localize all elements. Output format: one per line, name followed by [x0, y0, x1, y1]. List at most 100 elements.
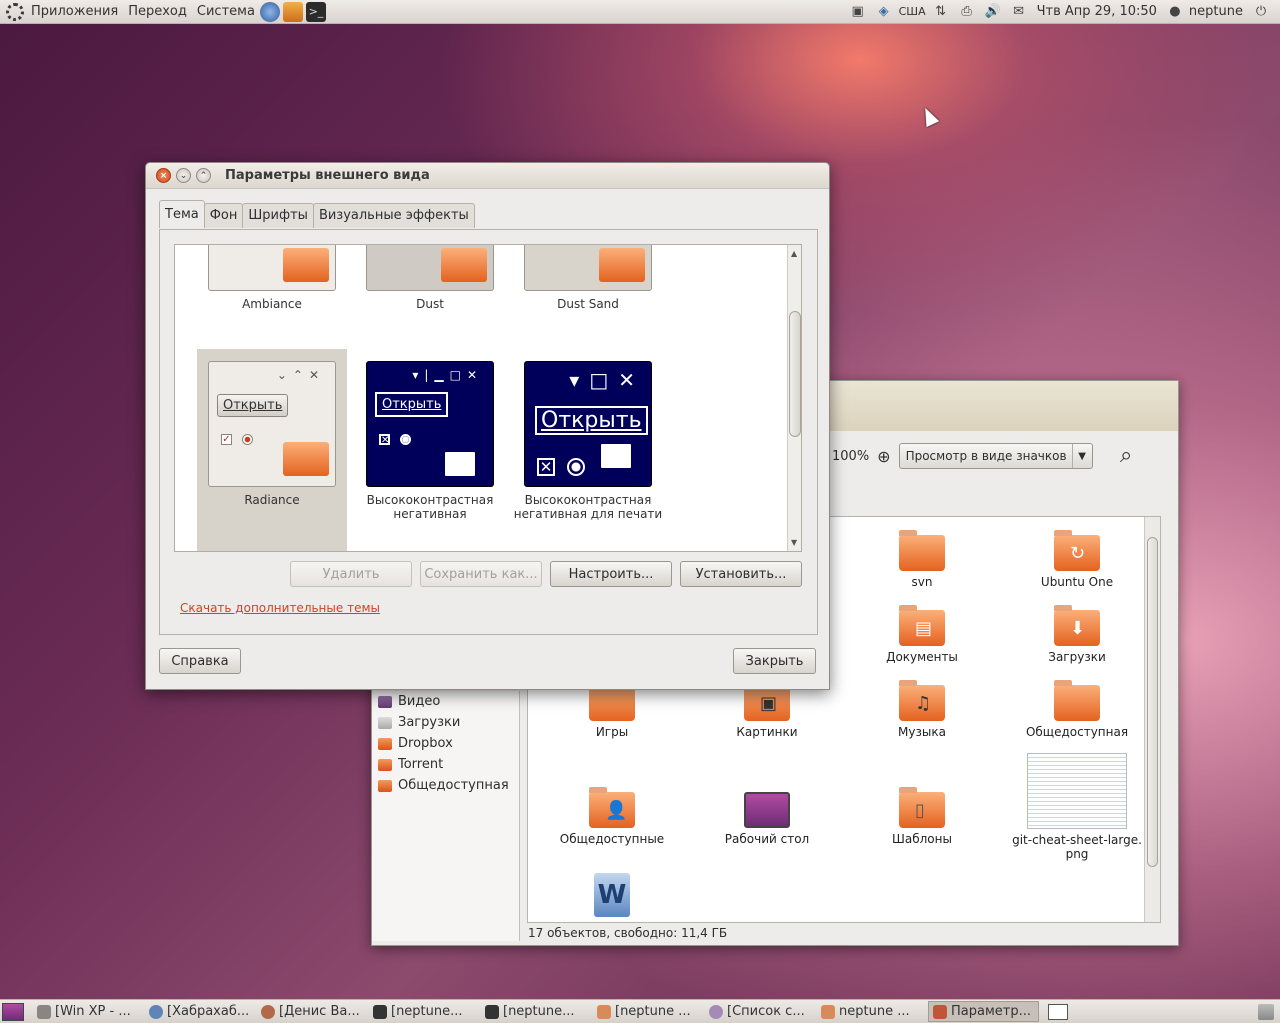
browser-launcher-icon[interactable]: [259, 1, 280, 22]
theme-high-contrast-inverse-print[interactable]: ▾□✕ Открыть ✕ Высококонтрастная негативн…: [513, 349, 663, 521]
scrollbar-thumb[interactable]: [789, 311, 801, 437]
file-item-desktop[interactable]: Рабочий стол: [702, 792, 832, 846]
file-item-games[interactable]: Игры: [547, 680, 677, 739]
terminal-icon: [485, 1004, 499, 1019]
file-item-svn[interactable]: svn: [857, 530, 987, 589]
contacts-icon: [709, 1004, 723, 1019]
taskbar-item-label: [Список с...: [727, 1004, 805, 1019]
taskbar-item[interactable]: [neptune...: [480, 1001, 591, 1022]
search-icon[interactable]: ⌕: [1120, 443, 1132, 468]
transfer-icon[interactable]: ⇅: [932, 4, 950, 20]
taskbar-item-label: [neptune ...: [615, 1004, 691, 1019]
minimize-window-button[interactable]: ⌄: [176, 168, 191, 183]
taskbar-item[interactable]: [Win XP - ...: [32, 1001, 143, 1022]
maximize-window-button[interactable]: ⌃: [196, 168, 211, 183]
file-item-public-shared[interactable]: 👤 Общедоступные: [547, 787, 677, 846]
power-icon[interactable]: ⏻: [1252, 4, 1270, 20]
keyboard-layout-indicator[interactable]: США: [897, 5, 928, 18]
theme-ambiance[interactable]: Ambiance: [197, 245, 347, 311]
file-item-templates[interactable]: ▯ Шаблоны: [857, 787, 987, 846]
sidebar-item-video[interactable]: Видео: [372, 691, 519, 712]
mouse-cursor-icon: [918, 104, 940, 128]
sidebar-item-torrent[interactable]: Torrent: [372, 754, 519, 775]
dropbox-icon[interactable]: ◈: [875, 4, 893, 20]
tab-theme[interactable]: Тема: [159, 200, 205, 228]
delete-theme-button[interactable]: Удалить: [290, 561, 412, 587]
appearance-icon: [933, 1004, 947, 1019]
theme-preview: ▾|▁□✕ Открыть ✕: [366, 361, 494, 487]
file-item-label: Ubuntu One: [1040, 575, 1114, 589]
documents-folder-icon: ▤: [899, 605, 945, 646]
file-item-ubuntu-one[interactable]: ↻ Ubuntu One: [1012, 530, 1142, 589]
taskbar-item[interactable]: [neptune...: [368, 1001, 479, 1022]
theme-dust[interactable]: Dust: [355, 245, 505, 311]
scroll-up-icon[interactable]: ▲: [791, 249, 797, 258]
network-icon[interactable]: ▣: [849, 4, 867, 20]
user-name[interactable]: neptune: [1184, 4, 1248, 19]
file-item-word-doc[interactable]: W: [547, 873, 677, 917]
ubuntu-logo-icon[interactable]: [6, 2, 24, 21]
theme-list: Ambiance Dust Dust Sand ⌄⌃✕ Открыть ✓ Ra…: [174, 244, 802, 552]
close-window-button[interactable]: ×: [156, 168, 171, 183]
tab-fonts[interactable]: Шрифты: [242, 203, 314, 228]
scroll-down-icon[interactable]: ▼: [791, 538, 797, 547]
download-more-themes-link[interactable]: Скачать дополнительные темы: [180, 601, 380, 615]
view-mode-select[interactable]: Просмотр в виде значков ▼: [898, 443, 1093, 469]
install-theme-button[interactable]: Установить...: [680, 561, 802, 587]
taskbar-item[interactable]: [Денис Ва...: [256, 1001, 367, 1022]
file-item-public[interactable]: Общедоступная: [1012, 680, 1142, 739]
sidebar-item-public[interactable]: Общедоступная: [372, 775, 519, 796]
file-item-label: svn: [911, 575, 933, 589]
volume-icon[interactable]: 🔊: [984, 4, 1002, 20]
file-item-label: git-cheat-sheet-large. png: [1012, 833, 1142, 861]
dialog-titlebar[interactable]: × ⌄ ⌃ Параметры внешнего вида: [146, 163, 829, 189]
sidebar-item-label: Загрузки: [398, 715, 461, 730]
file-item-music[interactable]: ♫ Музыка: [857, 680, 987, 739]
tab-visual-effects[interactable]: Визуальные эффекты: [312, 203, 475, 228]
sidebar-item-dropbox[interactable]: Dropbox: [372, 733, 519, 754]
tab-background[interactable]: Фон: [203, 203, 244, 228]
file-item-label: Загрузки: [1048, 650, 1106, 664]
taskbar-item[interactable]: [Хабрахаб...: [144, 1001, 255, 1022]
scrollbar-thumb[interactable]: [1147, 537, 1158, 867]
customize-theme-button[interactable]: Настроить...: [550, 561, 672, 587]
taskbar-item[interactable]: neptune ...: [816, 1001, 927, 1022]
terminal-launcher-icon[interactable]: >_: [305, 1, 326, 22]
sidebar-item-downloads[interactable]: Загрузки: [372, 712, 519, 733]
taskbar-item[interactable]: [neptune ...: [592, 1001, 703, 1022]
sidebar-item-label: Общедоступная: [398, 778, 509, 793]
mail-icon[interactable]: ✉: [1010, 4, 1028, 20]
menu-applications[interactable]: Приложения: [26, 4, 123, 19]
workspace-switcher-icon[interactable]: [1048, 1003, 1068, 1020]
show-desktop-icon[interactable]: [2, 1002, 24, 1021]
file-manager-sidebar: Видео Загрузки Dropbox Torrent Общедосту…: [372, 691, 520, 941]
menu-system[interactable]: Система: [192, 4, 260, 19]
folder-icon: [378, 737, 392, 750]
close-button[interactable]: Закрыть: [733, 648, 816, 674]
window-icon: [37, 1004, 51, 1019]
save-theme-as-button[interactable]: Сохранить как...: [420, 561, 542, 587]
file-item-pictures[interactable]: ▣ Картинки: [702, 680, 832, 739]
app-launcher-icon[interactable]: [282, 1, 303, 22]
zoom-in-icon[interactable]: ⊕: [877, 447, 890, 466]
checkbox-icon: ✓: [221, 434, 232, 445]
folder-icon: [599, 248, 645, 282]
help-button[interactable]: Справка: [159, 648, 241, 674]
theme-radiance[interactable]: ⌄⌃✕ Открыть ✓ Radiance: [197, 349, 347, 551]
file-item-git-cheat-sheet[interactable]: git-cheat-sheet-large. png: [1012, 753, 1142, 861]
templates-folder-icon: ▯: [899, 787, 945, 828]
theme-list-scrollbar[interactable]: ▲ ▼: [787, 245, 801, 551]
taskbar-item[interactable]: [Список с...: [704, 1001, 815, 1022]
trash-icon[interactable]: [1258, 1003, 1274, 1020]
chevron-down-icon: ▼: [1071, 444, 1092, 468]
theme-high-contrast-inverse[interactable]: ▾|▁□✕ Открыть ✕ Высококонтрастная негати…: [355, 349, 505, 521]
file-item-downloads[interactable]: ⬇ Загрузки: [1012, 605, 1142, 664]
file-view-scrollbar[interactable]: [1144, 517, 1160, 922]
theme-name: Dust Sand: [557, 297, 619, 311]
taskbar-item-active[interactable]: Параметр...: [928, 1001, 1039, 1022]
printer-icon[interactable]: ⎙: [958, 4, 976, 20]
menu-places[interactable]: Переход: [123, 4, 192, 19]
clock[interactable]: Чтв Апр 29, 10:50: [1032, 4, 1162, 19]
theme-dust-sand[interactable]: Dust Sand: [513, 245, 663, 311]
file-item-documents[interactable]: ▤ Документы: [857, 605, 987, 664]
